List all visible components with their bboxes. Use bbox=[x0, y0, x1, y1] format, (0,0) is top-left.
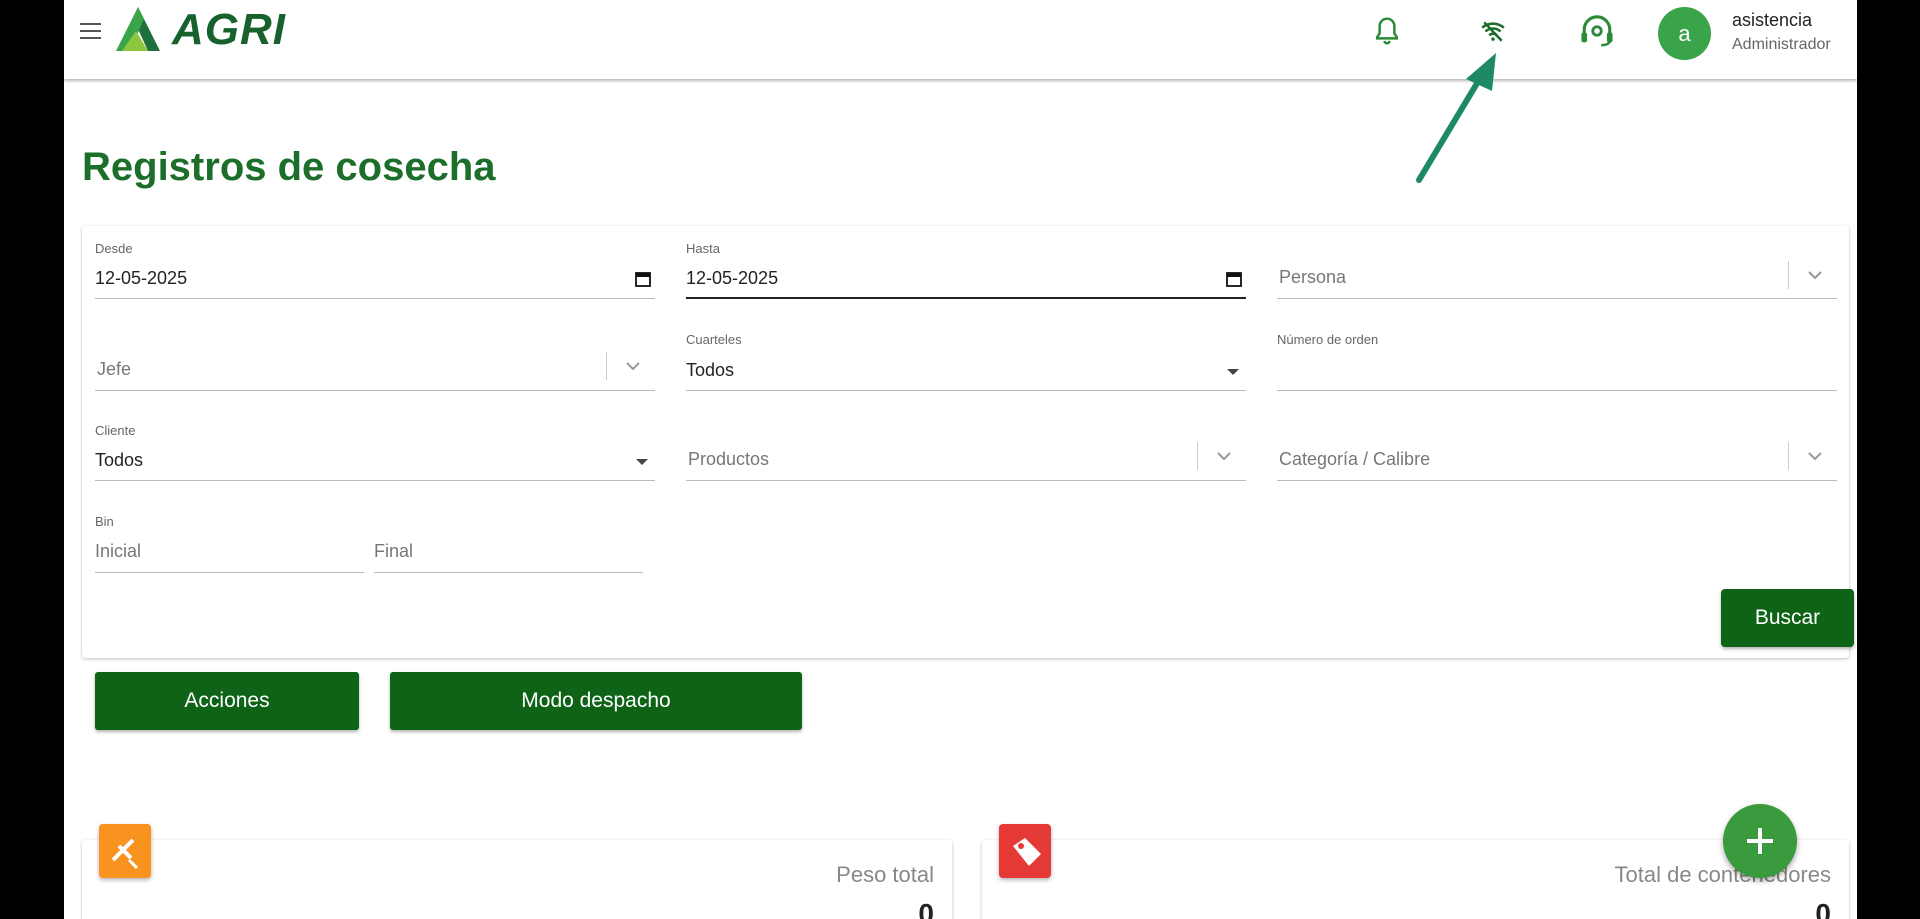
avatar[interactable]: a bbox=[1658, 7, 1711, 60]
categoria-placeholder: Categoría / Calibre bbox=[1279, 449, 1431, 469]
calendar-icon[interactable] bbox=[1226, 271, 1242, 287]
bin-inicial-placeholder: Inicial bbox=[95, 541, 142, 561]
cuarteles-select[interactable]: Cuarteles Todos bbox=[686, 332, 1246, 392]
jefe-select[interactable]: Jefe bbox=[95, 332, 655, 392]
chevron-down-icon[interactable] bbox=[1805, 446, 1825, 466]
modo-despacho-button[interactable]: Modo despacho bbox=[390, 672, 802, 730]
persona-placeholder: Persona bbox=[1279, 267, 1347, 287]
stat-card-peso-total: Peso total 0 bbox=[82, 824, 952, 919]
cliente-label: Cliente bbox=[95, 423, 136, 438]
categoria-select[interactable]: Categoría / Calibre bbox=[1277, 423, 1837, 483]
jefe-placeholder: Jefe bbox=[97, 359, 132, 379]
user-name: asistencia bbox=[1732, 10, 1813, 30]
acciones-button[interactable]: Acciones bbox=[95, 672, 359, 730]
hasta-label: Hasta bbox=[686, 241, 720, 256]
desde-value: 12-05-2025 bbox=[95, 268, 188, 288]
top-bar: AGRI a asistencia Administrador bbox=[64, 0, 1857, 79]
desde-label: Desde bbox=[95, 241, 133, 256]
hamburger-menu-icon[interactable] bbox=[76, 18, 106, 48]
app-window: AGRI a asistencia Administrador Registro… bbox=[64, 0, 1857, 919]
bell-icon[interactable] bbox=[1368, 12, 1406, 50]
user-role: Administrador bbox=[1732, 36, 1831, 53]
agri-logo-icon bbox=[116, 7, 160, 51]
dropdown-arrow-icon[interactable] bbox=[1227, 369, 1239, 375]
desde-field[interactable]: Desde 12-05-2025 bbox=[95, 241, 655, 301]
hasta-field[interactable]: Hasta 12-05-2025 bbox=[686, 241, 1246, 301]
cuarteles-value: Todos bbox=[686, 360, 735, 380]
numero-orden-field[interactable]: Número de orden bbox=[1277, 332, 1837, 392]
stat-value: 0 bbox=[918, 898, 934, 919]
dropdown-arrow-icon[interactable] bbox=[636, 459, 648, 465]
buscar-button[interactable]: Buscar bbox=[1721, 589, 1854, 647]
cliente-select[interactable]: Cliente Todos bbox=[95, 423, 655, 483]
cliente-value: Todos bbox=[95, 450, 144, 470]
productos-placeholder: Productos bbox=[688, 449, 770, 469]
stat-label: Peso total bbox=[836, 862, 934, 887]
headset-icon[interactable] bbox=[1578, 12, 1616, 50]
chevron-down-icon[interactable] bbox=[623, 356, 643, 376]
page-title: Registros de cosecha bbox=[82, 145, 496, 189]
scale-icon bbox=[99, 824, 151, 878]
productos-select[interactable]: Productos bbox=[686, 423, 1246, 483]
bin-final-placeholder: Final bbox=[374, 541, 414, 561]
cuarteles-label: Cuarteles bbox=[686, 332, 742, 347]
logo: AGRI bbox=[114, 4, 286, 56]
calendar-icon[interactable] bbox=[635, 271, 651, 287]
add-button[interactable] bbox=[1723, 804, 1797, 878]
hasta-value: 12-05-2025 bbox=[686, 268, 779, 288]
persona-select[interactable]: Persona bbox=[1277, 241, 1837, 301]
stat-label: Total de contenedores bbox=[1614, 862, 1832, 887]
chevron-down-icon[interactable] bbox=[1805, 265, 1825, 285]
stat-card-total-contenedores: Total de contenedores 0 bbox=[982, 824, 1849, 919]
bin-inicial-field[interactable]: Inicial bbox=[95, 514, 364, 574]
logo-text: AGRI bbox=[172, 5, 286, 54]
tag-icon bbox=[999, 824, 1051, 878]
numero-orden-label: Número de orden bbox=[1277, 332, 1379, 347]
annotation-arrow-icon bbox=[1416, 53, 1496, 183]
filter-card: Desde 12-05-2025 Hasta 12-05-2025 Person… bbox=[82, 226, 1854, 658]
plus-icon bbox=[1747, 828, 1773, 854]
stat-value: 0 bbox=[1815, 898, 1831, 919]
chevron-down-icon[interactable] bbox=[1214, 446, 1234, 466]
bin-final-field[interactable]: Final bbox=[374, 514, 643, 574]
